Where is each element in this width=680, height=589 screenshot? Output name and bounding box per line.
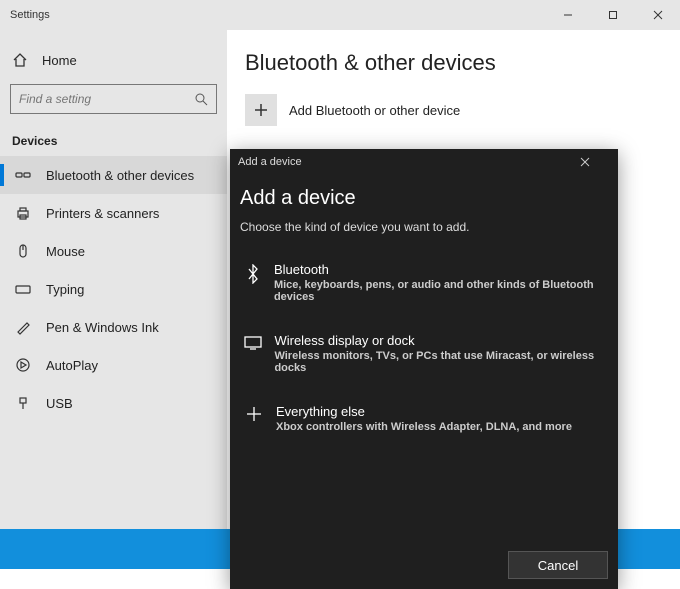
settings-window: Settings Home <box>0 0 680 569</box>
option-title: Everything else <box>276 404 572 419</box>
plus-icon <box>253 102 269 118</box>
option-title: Bluetooth <box>274 262 606 277</box>
close-icon <box>580 157 590 167</box>
option-title: Wireless display or dock <box>274 333 606 348</box>
nav-mouse[interactable]: Mouse <box>0 232 227 270</box>
cancel-button[interactable]: Cancel <box>508 551 608 579</box>
dialog-titlebar-text: Add a device <box>238 156 302 168</box>
bluetooth-nav-icon <box>14 167 32 183</box>
option-text: Bluetooth Mice, keyboards, pens, or audi… <box>274 262 606 303</box>
minimize-button[interactable] <box>545 0 590 30</box>
autoplay-icon <box>14 357 32 373</box>
window-controls <box>545 0 680 30</box>
add-device-row[interactable]: Add Bluetooth or other device <box>245 94 680 126</box>
home-label: Home <box>42 53 77 68</box>
close-button[interactable] <box>635 0 680 30</box>
home-icon <box>12 52 32 68</box>
close-icon <box>653 10 663 20</box>
add-tile <box>245 94 277 126</box>
search-input[interactable] <box>19 92 194 106</box>
dialog-footer: Cancel <box>230 541 618 589</box>
option-desc: Mice, keyboards, pens, or audio and othe… <box>274 279 606 303</box>
add-label: Add Bluetooth or other device <box>289 103 460 118</box>
dialog-subtitle: Choose the kind of device you want to ad… <box>240 220 608 234</box>
nav-printers[interactable]: Printers & scanners <box>0 194 227 232</box>
nav-label: Mouse <box>46 244 85 259</box>
nav-label: Typing <box>46 282 84 297</box>
display-icon <box>242 335 264 351</box>
home-button[interactable]: Home <box>0 44 227 76</box>
maximize-icon <box>608 10 618 20</box>
dialog-titlebar: Add a device <box>230 149 618 175</box>
keyboard-icon <box>14 281 32 297</box>
nav-label: Bluetooth & other devices <box>46 168 194 183</box>
sidebar: Home Devices Bluetooth & other devices <box>0 30 227 569</box>
body: Home Devices Bluetooth & other devices <box>0 30 680 569</box>
plus-icon <box>242 406 266 422</box>
dialog-close-button[interactable] <box>580 157 610 167</box>
search-box[interactable] <box>10 84 217 114</box>
dialog-body: Add a device Choose the kind of device y… <box>230 175 618 541</box>
nav-label: Printers & scanners <box>46 206 159 221</box>
section-title: Devices <box>0 126 227 156</box>
nav-label: Pen & Windows Ink <box>46 320 159 335</box>
option-bluetooth[interactable]: Bluetooth Mice, keyboards, pens, or audi… <box>240 252 608 313</box>
nav-label: USB <box>46 396 73 411</box>
option-text: Wireless display or dock Wireless monito… <box>274 333 606 374</box>
nav-usb[interactable]: USB <box>0 384 227 422</box>
nav-pen[interactable]: Pen & Windows Ink <box>0 308 227 346</box>
bluetooth-icon <box>242 264 264 284</box>
search-icon <box>194 92 208 106</box>
option-wireless-display[interactable]: Wireless display or dock Wireless monito… <box>240 323 608 384</box>
nav-bluetooth[interactable]: Bluetooth & other devices <box>0 156 227 194</box>
dialog-header: Add a device <box>240 187 608 210</box>
window-title: Settings <box>10 9 50 21</box>
option-desc: Wireless monitors, TVs, or PCs that use … <box>274 350 606 374</box>
cancel-label: Cancel <box>538 558 578 573</box>
usb-icon <box>14 395 32 411</box>
option-everything-else[interactable]: Everything else Xbox controllers with Wi… <box>240 394 608 443</box>
nav-typing[interactable]: Typing <box>0 270 227 308</box>
titlebar: Settings <box>0 0 680 30</box>
nav-label: AutoPlay <box>46 358 98 373</box>
pen-icon <box>14 319 32 335</box>
maximize-button[interactable] <box>590 0 635 30</box>
nav-autoplay[interactable]: AutoPlay <box>0 346 227 384</box>
page-title: Bluetooth & other devices <box>245 50 680 76</box>
mouse-icon <box>14 243 32 259</box>
option-desc: Xbox controllers with Wireless Adapter, … <box>276 421 572 433</box>
add-device-dialog: Add a device Add a device Choose the kin… <box>230 149 618 589</box>
printer-icon <box>14 205 32 221</box>
option-text: Everything else Xbox controllers with Wi… <box>276 404 572 433</box>
minimize-icon <box>563 10 573 20</box>
